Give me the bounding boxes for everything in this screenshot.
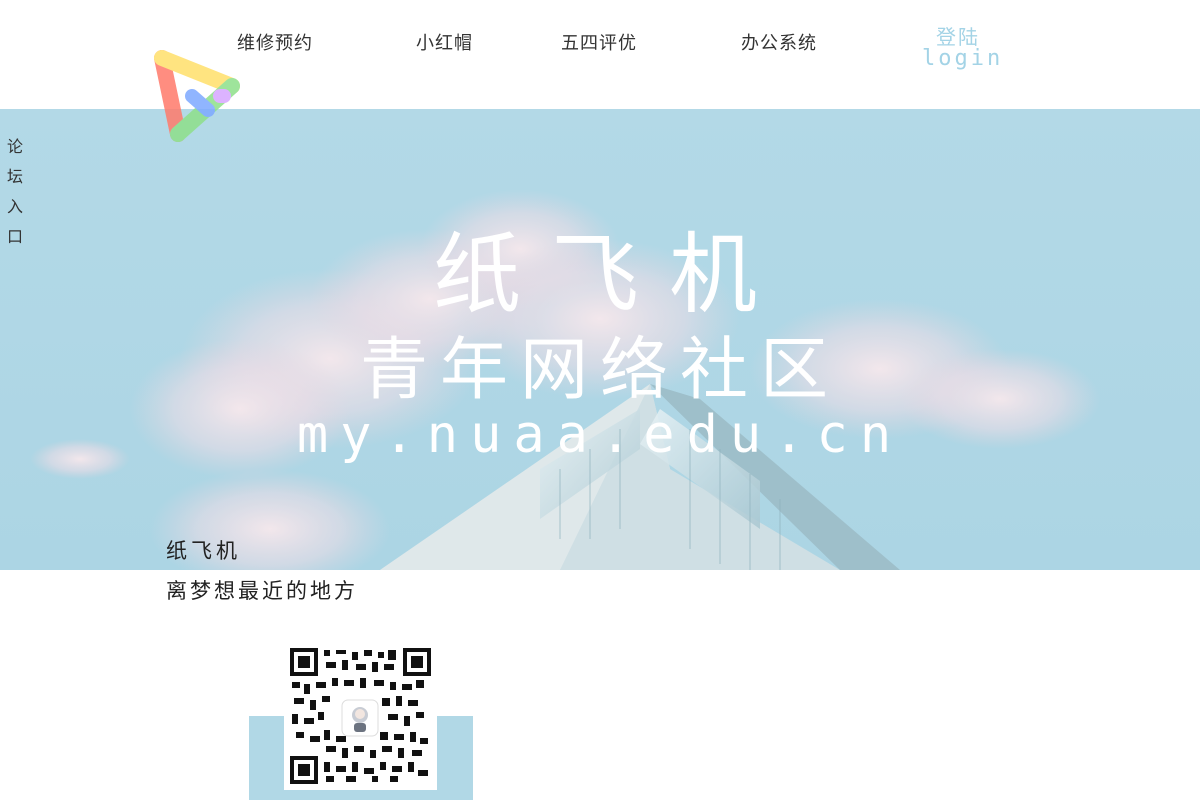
- qr-code[interactable]: [284, 642, 437, 790]
- paper-plane-logo[interactable]: [150, 46, 250, 146]
- forum-entry-char: 论: [6, 137, 23, 156]
- top-header: 维修预约 小红帽 五四评优 办公系统 登陆 login: [0, 0, 1200, 142]
- page: 维修预约 小红帽 五四评优 办公系统 登陆 login 论 坛 入 口 纸飞机 …: [0, 0, 1200, 800]
- nav-may-fourth-awards[interactable]: 五四评优: [561, 29, 637, 55]
- qr-code-image: [290, 648, 431, 784]
- hero-title: 纸飞机: [432, 223, 787, 326]
- slogan-text: 离梦想最近的地方: [166, 579, 358, 603]
- hero-banner: 纸飞机 青年网络社区 my.nuaa.edu.cn 纸飞机: [0, 109, 1200, 570]
- hero-subtitle: 青年网络社区: [359, 331, 840, 410]
- forum-entry-char: 口: [6, 227, 23, 246]
- hero-caption: 纸飞机: [166, 539, 241, 563]
- login-button[interactable]: 登陆 login: [922, 25, 1004, 71]
- forum-entry-link[interactable]: 论 坛 入 口: [5, 132, 25, 252]
- login-label-en: login: [922, 46, 1004, 71]
- forum-entry-char: 入: [6, 197, 23, 216]
- nav-little-red-hat[interactable]: 小红帽: [416, 29, 473, 55]
- forum-entry-char: 坛: [6, 167, 23, 186]
- nav-office-system[interactable]: 办公系统: [741, 29, 817, 55]
- hero-url: my.nuaa.edu.cn: [296, 405, 904, 465]
